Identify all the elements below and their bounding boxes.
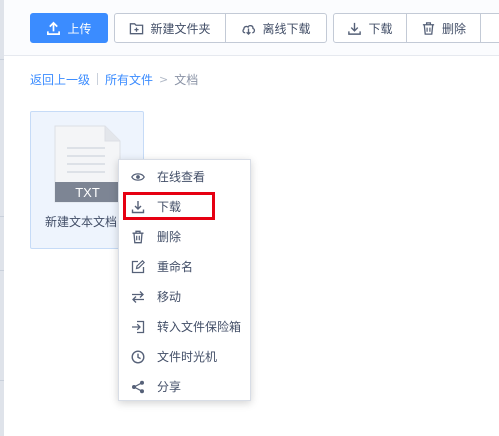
safe-box-icon [132, 320, 145, 334]
file-type-label: TXT [75, 185, 100, 200]
left-panel-divider [0, 270, 4, 271]
delete-button[interactable]: 删除 [406, 13, 481, 43]
rename-icon [131, 260, 145, 274]
trash-icon [132, 230, 144, 244]
download-icon [131, 201, 145, 214]
menu-label-move-to-safe-box: 转入文件保险箱 [157, 320, 242, 334]
menu-item-share[interactable]: 分享 [119, 373, 250, 401]
left-panel-divider [0, 216, 4, 217]
menu-item-delete[interactable]: 删除 [119, 223, 250, 251]
left-panel-divider [0, 380, 4, 381]
download-label: 下载 [368, 21, 393, 36]
new-folder-label: 新建文件夹 [150, 21, 211, 36]
all-files-link[interactable]: 所有文件 [105, 71, 153, 88]
menu-label-rename: 重命名 [157, 260, 194, 274]
upload-label: 上传 [67, 21, 92, 36]
upload-icon [47, 21, 61, 35]
offline-download-label: 离线下载 [262, 21, 311, 36]
new-folder-button[interactable]: 新建文件夹 [114, 13, 226, 43]
delete-label: 删除 [441, 21, 466, 36]
txt-file-icon: TXT [54, 125, 121, 203]
new-folder-icon [130, 22, 144, 34]
breadcrumb: 返回上一级 所有文件 > 文档 [30, 70, 198, 88]
menu-label-delete: 删除 [157, 230, 182, 244]
cloud-download-icon [242, 24, 256, 35]
download-button[interactable]: 下载 [333, 13, 407, 43]
share-icon [132, 380, 144, 394]
context-menu: 在线查看 下载 删除 重命名 移动 转入文件保险箱 文件时光机 分享 [118, 159, 251, 401]
left-panel-divider [0, 59, 4, 60]
menu-label-share: 分享 [157, 380, 182, 394]
menu-item-download[interactable]: 下载 [119, 193, 250, 221]
upload-button[interactable]: 上传 [30, 13, 108, 43]
menu-label-time-machine: 文件时光机 [157, 350, 218, 364]
menu-label-download: 下载 [157, 200, 182, 214]
menu-item-move[interactable]: 移动 [119, 283, 250, 311]
clock-icon [131, 350, 145, 364]
back-link[interactable]: 返回上一级 [30, 71, 90, 88]
menu-item-move-to-safe-box[interactable]: 转入文件保险箱 [119, 313, 250, 341]
trash-icon [422, 21, 435, 35]
left-panel-edge [0, 0, 4, 436]
offline-download-button[interactable]: 离线下载 [225, 13, 327, 43]
eye-icon [131, 173, 145, 181]
menu-item-rename[interactable]: 重命名 [119, 253, 250, 281]
menu-item-time-machine[interactable]: 文件时光机 [119, 343, 250, 371]
download-icon [348, 22, 362, 35]
move-icon [132, 291, 144, 303]
more-button[interactable] [480, 13, 499, 43]
current-folder: 文档 [174, 72, 199, 87]
toolbar: 上传 新建文件夹 离线下载 下载 删除 [4, 0, 499, 56]
breadcrumb-divider [97, 73, 99, 85]
breadcrumb-arrow: > [159, 72, 169, 86]
menu-label-move: 移动 [157, 290, 182, 304]
menu-label-view-online: 在线查看 [157, 170, 206, 184]
menu-item-view-online[interactable]: 在线查看 [119, 163, 250, 191]
